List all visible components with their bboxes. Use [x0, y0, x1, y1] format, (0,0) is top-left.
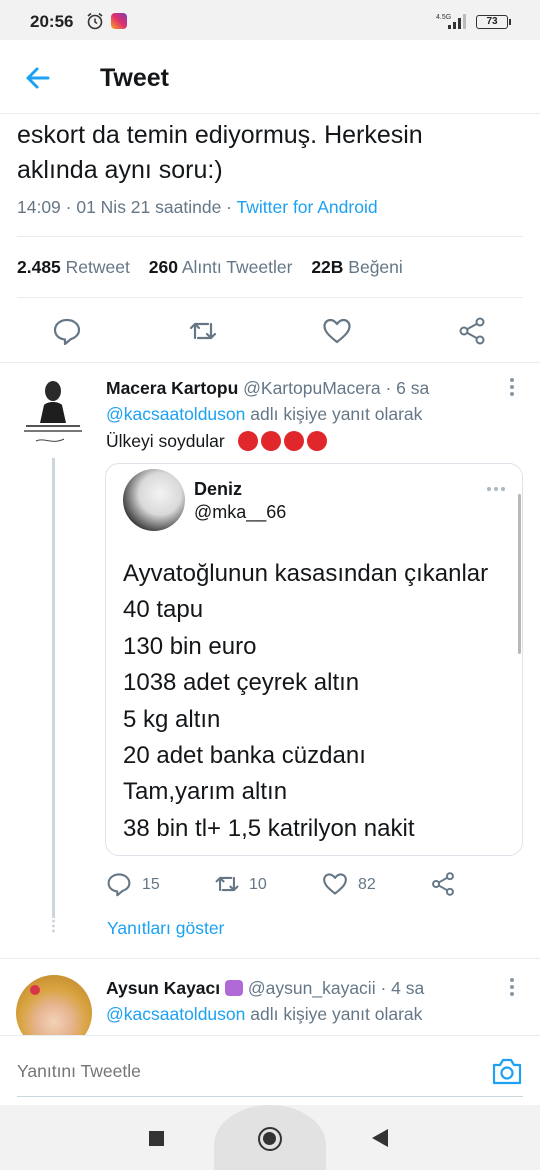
- divider: [0, 362, 540, 363]
- retweet-count: 10: [249, 876, 267, 893]
- quoted-line: Ayvatoğlunun kasasından çıkanlar: [123, 560, 489, 587]
- svg-text:4.5G: 4.5G: [436, 14, 451, 21]
- more-icon: [487, 487, 505, 491]
- tweet-metadata: 14:09 · 01 Nis 21 saatinde · Twitter for…: [17, 197, 378, 218]
- reply-author-name[interactable]: Aysun Kayacı: [106, 978, 220, 998]
- avatar-portrait-image: [16, 375, 90, 455]
- divider: [0, 958, 540, 959]
- like-icon[interactable]: [322, 316, 352, 346]
- quoted-line: 130 bin euro: [123, 632, 257, 660]
- divider: [17, 236, 523, 237]
- reply-author-name[interactable]: Macera Kartopu: [106, 378, 238, 398]
- more-icon[interactable]: [509, 977, 515, 997]
- reply-context: @kacsaatolduson adlı kişiye yanıt olarak: [106, 404, 423, 424]
- reply-icon[interactable]: [52, 316, 82, 346]
- retweet-stat[interactable]: 2.485 Retweet: [17, 257, 130, 277]
- avatar[interactable]: [16, 375, 90, 455]
- signal-icon: 4.5G: [436, 14, 466, 29]
- thread-line: [52, 458, 55, 918]
- theater-masks-icon: [225, 980, 244, 996]
- image-scrollbar: [518, 494, 521, 654]
- tweet-text: eskort da temin ediyormuş. Herkesin aklı…: [17, 118, 517, 188]
- angry-emoji-icon: [237, 431, 258, 451]
- more-icon[interactable]: [509, 377, 515, 397]
- reply-icon[interactable]: [106, 871, 132, 897]
- reply-input[interactable]: [17, 1061, 417, 1082]
- reply-author-handle[interactable]: @KartopuMacera: [243, 378, 380, 398]
- like-icon[interactable]: [322, 871, 348, 897]
- battery-icon: 73: [476, 15, 511, 29]
- instagram-icon: [111, 13, 127, 29]
- quoted-line: 40 tapu: [123, 596, 204, 624]
- quoted-line: 38 bin tl+ 1,5 katrilyon nakit: [123, 814, 415, 842]
- reply-context: @kacsaatolduson adlı kişiye yanıt olarak: [106, 1004, 423, 1024]
- reply-compose-bar: [0, 1035, 540, 1105]
- tweet-stats: 2.485 Retweet 260 Alıntı Tweetler 22B Be…: [17, 257, 403, 278]
- quoted-text: Ayvatoğlunun kasasından çıkanlar 40 tapu…: [123, 556, 488, 847]
- quoted-avatar: [123, 469, 185, 531]
- input-underline: [17, 1096, 523, 1097]
- tweet-timestamp: 14:09 · 01 Nis 21 saatinde ·: [17, 197, 237, 217]
- quoted-tweet-image[interactable]: Deniz @mka__66 Ayvatoğlunun kasasından ç…: [105, 463, 523, 856]
- tweet-source-link[interactable]: Twitter for Android: [237, 197, 378, 217]
- reply-author-handle[interactable]: @aysun_kayacii: [248, 978, 376, 998]
- quoted-line: 5 kg altın: [123, 705, 221, 733]
- like-count: 82: [358, 876, 376, 893]
- tweet-text-line: eskort da temin ediyormuş. Herkesin: [17, 121, 423, 149]
- avatar[interactable]: [16, 975, 92, 1035]
- quoted-author-name: Deniz: [194, 479, 243, 499]
- reply-item: Aysun Kayacı @aysun_kayacii · 4 sa @kacs…: [0, 960, 540, 1035]
- page-title: Tweet: [100, 64, 169, 92]
- alarm-icon: [87, 12, 103, 30]
- angry-emoji-icon: [260, 431, 281, 451]
- show-replies-link[interactable]: Yanıtları göster: [107, 918, 224, 939]
- angry-emoji-icon: [306, 431, 327, 451]
- share-icon[interactable]: [457, 316, 487, 346]
- reply-text: Ülkeyi soydular: [106, 431, 327, 452]
- quoted-author-handle: @mka__66: [194, 502, 287, 522]
- app-header: Tweet: [0, 40, 540, 114]
- back-arrow-icon[interactable]: [22, 62, 54, 94]
- angry-emoji-icon: [283, 431, 304, 451]
- flower-ornament: [30, 985, 40, 995]
- retweet-icon[interactable]: [214, 871, 240, 897]
- reply-time: · 6 sa: [385, 378, 430, 398]
- quoted-line: 20 adet banka cüzdanı: [123, 742, 366, 770]
- quoted-line: 1038 adet çeyrek altın: [123, 669, 360, 697]
- status-time: 20:56: [30, 12, 74, 31]
- like-stat[interactable]: 22B Beğeni: [311, 257, 402, 277]
- quoted-line: Tam,yarım altın: [123, 778, 288, 806]
- recents-button[interactable]: [149, 1131, 164, 1146]
- reply-to-user-link[interactable]: @kacsaatolduson: [106, 404, 245, 424]
- retweet-icon[interactable]: [188, 316, 218, 346]
- back-button[interactable]: [372, 1129, 388, 1147]
- share-icon[interactable]: [430, 871, 456, 897]
- reply-count: 15: [142, 876, 160, 893]
- reply-header: Macera Kartopu @KartopuMacera · 6 sa: [106, 378, 429, 399]
- quote-stat[interactable]: 260 Alıntı Tweetler: [149, 257, 293, 277]
- status-bar: 20:56 4.5G 73: [0, 0, 540, 40]
- divider: [17, 297, 523, 298]
- home-button[interactable]: [258, 1127, 282, 1151]
- system-nav-bar: [0, 1105, 540, 1170]
- reply-time: · 4 sa: [380, 978, 425, 998]
- reply-to-user-link[interactable]: @kacsaatolduson: [106, 1004, 245, 1024]
- camera-icon[interactable]: [491, 1056, 523, 1086]
- reply-header: Aysun Kayacı @aysun_kayacii · 4 sa: [106, 978, 424, 999]
- tweet-text-line: aklında aynı soru:): [17, 156, 223, 184]
- thread-dots: [52, 919, 55, 933]
